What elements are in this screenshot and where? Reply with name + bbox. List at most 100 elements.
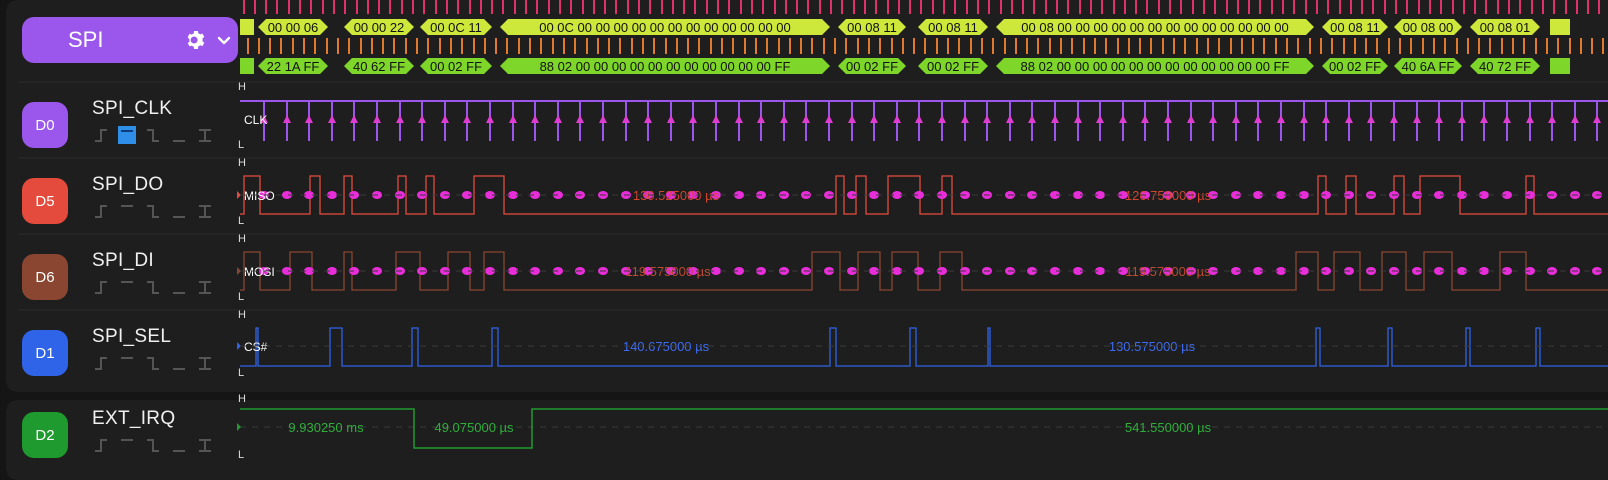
decoded-bytes-text: 00 00 22: [354, 20, 405, 35]
sample-marker: [1141, 115, 1149, 123]
channel-annotation: CS#: [244, 340, 268, 354]
sample-marker: [848, 115, 856, 123]
sample-marker: [622, 115, 630, 123]
decoded-bytes-text: 00 02 FF: [927, 59, 979, 74]
sample-marker: [486, 115, 494, 123]
sample-marker: [1458, 115, 1466, 123]
sample-marker: [961, 115, 969, 123]
sample-marker: [554, 115, 562, 123]
decoded-bytes-text: 88 02 00 00 00 00 00 00 00 00 00 00 00 F…: [540, 59, 791, 74]
sample-marker: [689, 115, 697, 123]
sample-marker: [780, 115, 788, 123]
sample-marker: [396, 115, 404, 123]
decoded-bytes-text: 88 02 00 00 00 00 00 00 00 00 00 00 00 0…: [1021, 59, 1290, 74]
sample-marker: [1413, 115, 1421, 123]
pulse-width-label: 9.930250 ms: [288, 420, 364, 435]
sample-marker: [373, 115, 381, 123]
decoded-bytes-text: 00 08 00 00 00 00 00 00 00 00 00 00 00 0…: [1021, 20, 1288, 35]
sample-marker: [328, 115, 336, 123]
cs-trace: [240, 327, 1608, 367]
sample-marker: [870, 115, 878, 123]
level-high-label: H: [238, 393, 246, 405]
sample-marker: [757, 115, 765, 123]
sample-marker: [531, 115, 539, 123]
sample-marker: [418, 115, 426, 123]
sample-marker: [983, 115, 991, 123]
decoded-bytes-text: 00 0C 00 00 00 00 00 00 00 00 00 00 00 0…: [539, 20, 791, 35]
sample-marker: [1367, 115, 1375, 123]
decoded-bytes-text: 00 08 11: [1330, 20, 1380, 35]
sample-marker: [1548, 115, 1556, 123]
decoded-bytes-text: 00 08 11: [928, 20, 978, 35]
level-low-label: L: [238, 449, 244, 461]
decoded-bytes-text: 00 00 06: [268, 20, 319, 35]
decoded-bytes-text: 00 08 01: [1480, 20, 1531, 35]
sample-marker: [1526, 115, 1534, 123]
sample-marker: [1435, 115, 1443, 123]
sample-marker: [1300, 115, 1308, 123]
decoded-bytes-text: 00 08 11: [847, 20, 897, 35]
sample-marker: [1096, 115, 1104, 123]
sample-marker: [1277, 115, 1285, 123]
sample-marker: [1028, 115, 1036, 123]
sample-marker: [283, 115, 291, 123]
sample-marker: [915, 115, 923, 123]
decoded-bytes-text: 40 62 FF: [353, 59, 405, 74]
level-high-label: H: [238, 233, 246, 245]
sample-marker: [1345, 115, 1353, 123]
sample-marker: [1593, 115, 1601, 123]
decoded-frame-top: [240, 19, 254, 35]
decoded-bytes-text: 00 0C 11: [430, 20, 482, 35]
channel-annotation: CLK: [244, 113, 267, 127]
sample-marker: [893, 115, 901, 123]
sample-marker: [463, 115, 471, 123]
sample-marker: [576, 115, 584, 123]
decoded-bytes-text: 40 72 FF: [1479, 59, 1531, 74]
sample-marker: [667, 115, 675, 123]
decoded-bytes-text: 40 6A FF: [1402, 59, 1455, 74]
sample-marker: [1390, 115, 1398, 123]
sample-marker: [712, 115, 720, 123]
decoded-bytes-text: 00 02 FF: [1329, 59, 1381, 74]
decoded-frame-bottom: [1550, 58, 1570, 74]
pulse-width-label: 541.550000 µs: [1125, 420, 1212, 435]
level-low-label: L: [238, 367, 244, 379]
sample-marker: [599, 115, 607, 123]
sample-marker: [1209, 115, 1217, 123]
level-high-label: H: [238, 157, 246, 169]
decoded-bytes-text: 00 02 FF: [846, 59, 898, 74]
level-low-label: L: [238, 215, 244, 227]
sample-marker: [938, 115, 946, 123]
sample-marker: [1187, 115, 1195, 123]
decoded-frame-bottom: [240, 58, 254, 74]
sample-marker: [1006, 115, 1014, 123]
decoded-bytes-text: 00 08 00: [1403, 20, 1454, 35]
sample-marker: [1322, 115, 1330, 123]
sample-marker: [802, 115, 810, 123]
sample-marker: [1571, 115, 1579, 123]
sample-marker: [1232, 115, 1240, 123]
channel-marker: [237, 423, 241, 431]
channel-annotation: MISO: [244, 189, 275, 203]
level-low-label: L: [238, 139, 244, 151]
sample-marker: [305, 115, 313, 123]
sample-marker: [1480, 115, 1488, 123]
sample-marker: [509, 115, 517, 123]
sample-marker: [441, 115, 449, 123]
channel-annotation: MOSI: [244, 265, 275, 279]
sample-marker: [735, 115, 743, 123]
sample-marker: [1074, 115, 1082, 123]
level-high-label: H: [238, 81, 246, 93]
sample-marker: [1503, 115, 1511, 123]
decoded-bytes-text: 22 1A FF: [267, 59, 320, 74]
decoded-frame-top: [1550, 19, 1570, 35]
waveform-area[interactable]: 00 00 06 22 1A FF 00 00 22 40 62 FF 00 0C 11…: [0, 0, 1608, 480]
sample-marker: [1119, 115, 1127, 123]
level-high-label: H: [238, 309, 246, 321]
sample-marker: [1164, 115, 1172, 123]
pulse-width-label: 49.075000 µs: [434, 420, 514, 435]
sample-marker: [825, 115, 833, 123]
decoded-bytes-text: 00 02 FF: [430, 59, 482, 74]
sample-marker: [1051, 115, 1059, 123]
sample-marker: [644, 115, 652, 123]
